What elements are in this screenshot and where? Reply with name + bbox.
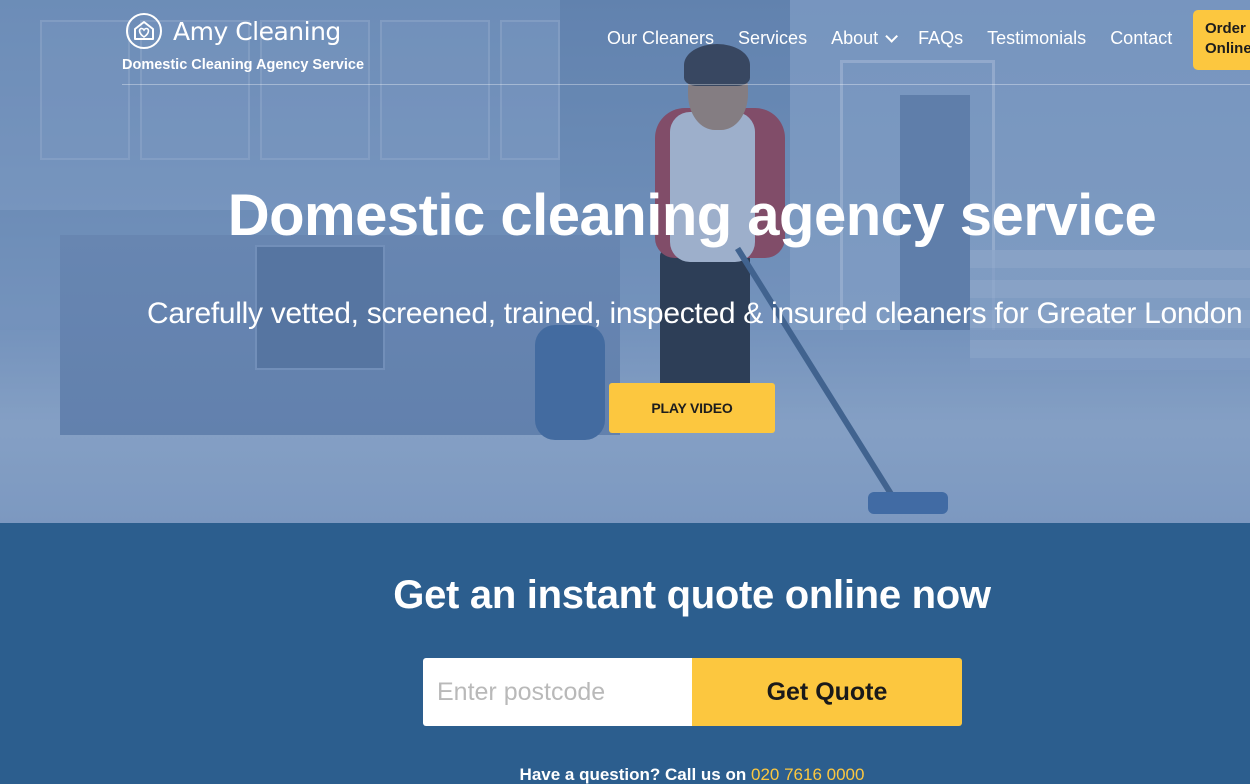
nav-about-label: About xyxy=(831,28,879,48)
nav-about[interactable]: About xyxy=(831,28,899,49)
brand-tagline: Domestic Cleaning Agency Service xyxy=(122,57,365,73)
quote-section: Get an instant quote online now Get Quot… xyxy=(0,523,1250,784)
order-online-button[interactable]: Order Online xyxy=(1193,10,1250,70)
question-text: Have a question? Call us on xyxy=(519,765,747,784)
postcode-input[interactable] xyxy=(423,658,693,726)
hero-subtitle: Carefully vetted, screened, trained, ins… xyxy=(147,297,1243,330)
brand-name: Amy Cleaning xyxy=(173,16,341,46)
header-divider xyxy=(122,84,1250,85)
nav-contact[interactable]: Contact xyxy=(1110,28,1172,49)
chevron-down-icon xyxy=(885,30,899,43)
get-quote-button[interactable]: Get Quote xyxy=(692,658,962,726)
quote-title-emphasis: now xyxy=(911,573,991,617)
nav-services[interactable]: Services xyxy=(738,28,807,49)
nav-faqs[interactable]: FAQs xyxy=(918,28,963,49)
nav-our-cleaners[interactable]: Our Cleaners xyxy=(607,28,714,49)
quote-title: Get an instant quote online now xyxy=(0,573,1250,618)
hero-section xyxy=(0,0,1250,523)
nav-testimonials[interactable]: Testimonials xyxy=(987,28,1086,49)
hero-overlay xyxy=(0,0,1250,523)
contact-line: Have a question? Call us on 020 7616 000… xyxy=(0,765,1250,784)
main-nav: Our Cleaners Services About FAQs Testimo… xyxy=(607,28,1196,49)
hero-title: Domestic cleaning agency service xyxy=(227,183,1157,248)
brand-logo[interactable]: Amy Cleaning xyxy=(125,12,341,50)
quote-title-text: Get an instant quote online xyxy=(393,573,901,617)
house-heart-icon xyxy=(126,13,162,49)
phone-link[interactable]: 020 7616 0000 xyxy=(751,765,864,784)
order-label-line2: Online xyxy=(1205,40,1250,57)
play-video-button[interactable]: PLAY VIDEO xyxy=(609,383,775,433)
order-label-line1: Order xyxy=(1205,20,1246,37)
